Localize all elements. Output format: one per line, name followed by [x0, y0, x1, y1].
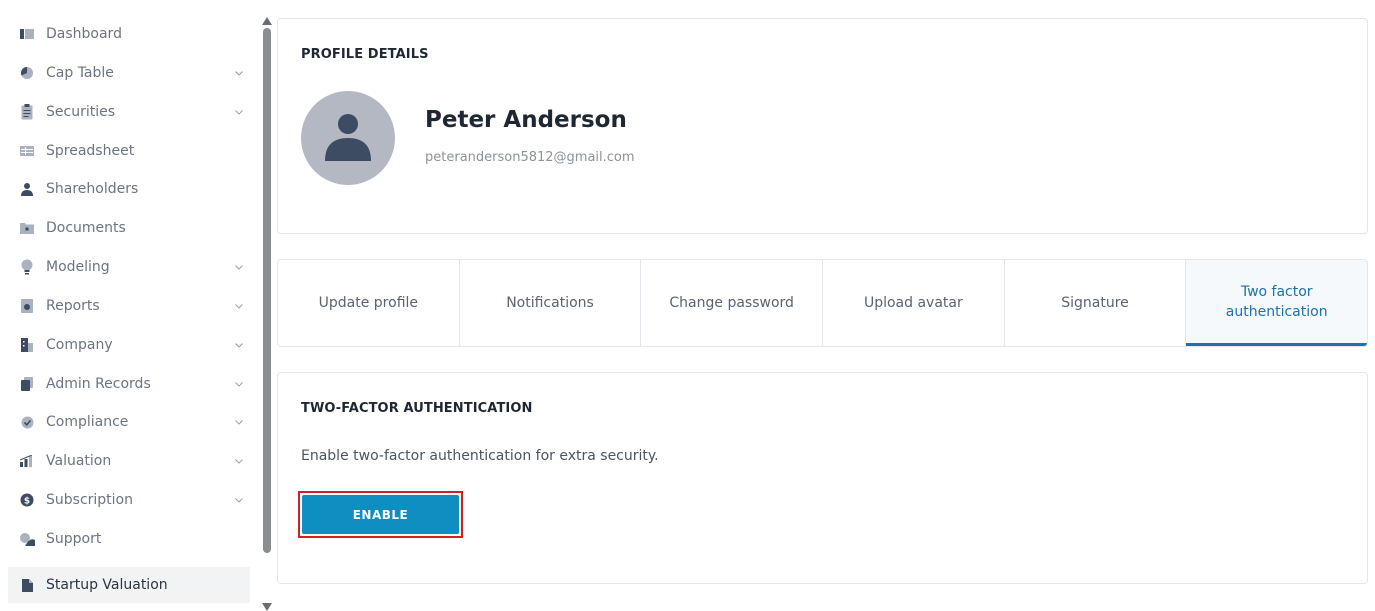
- sidebar-item-reports[interactable]: Reports: [8, 288, 250, 324]
- chevron-down-icon: [232, 493, 246, 507]
- document-icon: [18, 576, 36, 594]
- sidebar-item-spreadsheet[interactable]: Spreadsheet: [8, 133, 250, 169]
- sidebar-item-label: Modeling: [46, 259, 110, 275]
- sidebar-item-label: Cap Table: [46, 65, 114, 81]
- sidebar-item-company[interactable]: Company: [8, 327, 250, 363]
- user-avatar-icon: [325, 114, 371, 161]
- scroll-up-arrow-icon[interactable]: [262, 10, 272, 25]
- sidebar-item-label: Reports: [46, 298, 100, 314]
- chevron-down-icon: [232, 299, 246, 313]
- support-icon: [18, 530, 36, 548]
- tab-change-password[interactable]: Change password: [641, 260, 824, 346]
- sidebar-item-label: Dashboard: [46, 26, 122, 42]
- sidebar-item-compliance[interactable]: Compliance: [8, 404, 250, 440]
- enable-button-highlight: ENABLE: [298, 491, 463, 538]
- sidebar-item-label: Documents: [46, 220, 126, 236]
- profile-details-title: PROFILE DETAILS: [301, 47, 429, 62]
- scroll-down-arrow-icon[interactable]: [262, 596, 272, 611]
- chevron-down-icon: [232, 260, 246, 274]
- profile-name: Peter Anderson: [425, 107, 627, 133]
- table-icon: [18, 142, 36, 160]
- sidebar-item-label: Startup Valuation: [46, 577, 168, 593]
- sidebar-item-label: Subscription: [46, 492, 133, 508]
- svg-text:$: $: [24, 497, 30, 507]
- two-factor-title: TWO-FACTOR AUTHENTICATION: [301, 401, 533, 416]
- chevron-down-icon: [232, 105, 246, 119]
- records-icon: [18, 375, 36, 393]
- two-factor-description: Enable two-factor authentication for ext…: [301, 448, 659, 464]
- sidebar-item-admin-records[interactable]: Admin Records: [8, 366, 250, 402]
- profile-tabs: Update profile Notifications Change pass…: [277, 259, 1368, 347]
- tab-two-factor-authentication[interactable]: Two factor authentication: [1186, 260, 1367, 346]
- report-icon: [18, 297, 36, 315]
- person-icon: [18, 180, 36, 198]
- scrollbar[interactable]: [261, 10, 273, 611]
- sidebar-item-label: Securities: [46, 104, 116, 120]
- tab-upload-avatar[interactable]: Upload avatar: [823, 260, 1005, 346]
- sidebar-item-securities[interactable]: Securities: [8, 94, 250, 130]
- folder-icon: [18, 219, 36, 237]
- chevron-down-icon: [232, 377, 246, 391]
- lightbulb-icon: [18, 258, 36, 276]
- pie-chart-icon: [18, 64, 36, 82]
- avatar: [301, 91, 395, 185]
- scrollbar-thumb[interactable]: [263, 28, 271, 553]
- sidebar-item-startup-valuation[interactable]: Startup Valuation: [8, 567, 250, 603]
- chevron-down-icon: [232, 66, 246, 80]
- shield-check-icon: [18, 413, 36, 431]
- sidebar-item-subscription[interactable]: $ Subscription: [8, 482, 250, 518]
- sidebar-item-label: Company: [46, 337, 113, 353]
- sidebar-item-label: Valuation: [46, 453, 112, 469]
- chevron-down-icon: [232, 454, 246, 468]
- chevron-down-icon: [232, 338, 246, 352]
- tab-signature[interactable]: Signature: [1005, 260, 1187, 346]
- sidebar-item-modeling[interactable]: Modeling: [8, 249, 250, 285]
- sidebar-item-documents[interactable]: Documents: [8, 210, 250, 246]
- sidebar-item-dashboard[interactable]: Dashboard: [8, 16, 250, 52]
- sidebar-item-label: Spreadsheet: [46, 143, 135, 159]
- two-factor-card: TWO-FACTOR AUTHENTICATION Enable two-fac…: [277, 372, 1368, 584]
- sidebar: Dashboard Cap Table Securities Spreadshe…: [0, 0, 260, 611]
- profile-details-card: PROFILE DETAILS Peter Anderson peterande…: [277, 18, 1368, 234]
- profile-email: peteranderson5812@gmail.com: [425, 150, 635, 165]
- sidebar-item-label: Support: [46, 531, 102, 547]
- sidebar-item-label: Admin Records: [46, 376, 151, 392]
- dollar-icon: $: [18, 491, 36, 509]
- sidebar-item-label: Compliance: [46, 414, 129, 430]
- tab-update-profile[interactable]: Update profile: [278, 260, 460, 346]
- sidebar-item-cap-table[interactable]: Cap Table: [8, 55, 250, 91]
- sidebar-item-valuation[interactable]: Valuation: [8, 443, 250, 479]
- bar-chart-icon: [18, 452, 36, 470]
- enable-button[interactable]: ENABLE: [302, 495, 459, 534]
- building-icon: [18, 336, 36, 354]
- sidebar-item-label: Shareholders: [46, 181, 139, 197]
- tab-notifications[interactable]: Notifications: [460, 260, 642, 346]
- clipboard-icon: [18, 103, 36, 121]
- sidebar-item-shareholders[interactable]: Shareholders: [8, 171, 250, 207]
- dashboard-icon: [18, 25, 36, 43]
- sidebar-item-support[interactable]: Support: [8, 521, 250, 557]
- chevron-down-icon: [232, 415, 246, 429]
